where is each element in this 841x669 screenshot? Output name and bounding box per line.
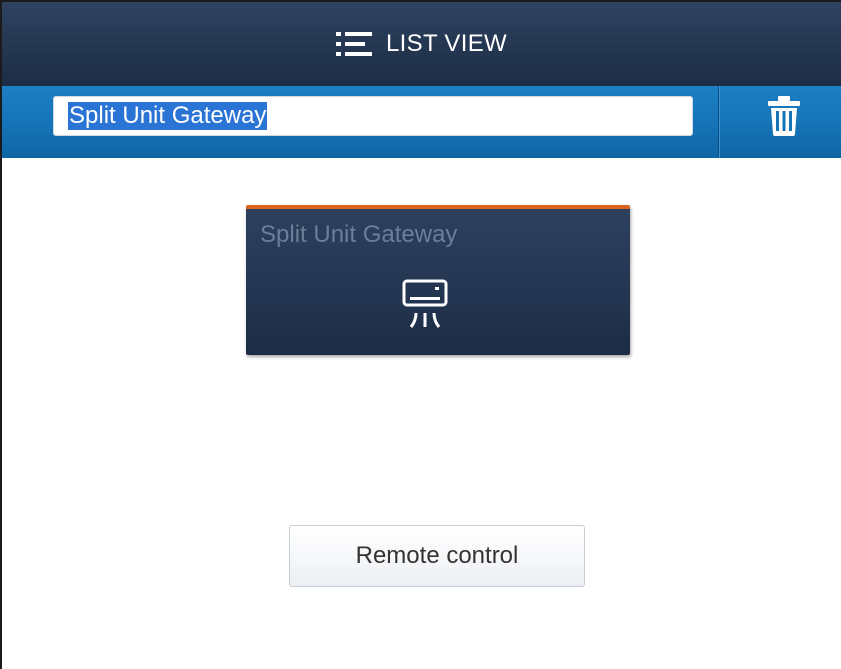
toolbar-divider <box>718 86 719 158</box>
list-view-toggle[interactable]: LIST VIEW <box>336 30 507 58</box>
trash-icon <box>766 95 802 141</box>
list-icon <box>336 32 373 56</box>
name-input-value: Split Unit Gateway <box>68 102 268 130</box>
name-input[interactable]: Split Unit Gateway <box>53 96 693 136</box>
header-title: LIST VIEW <box>386 30 507 57</box>
device-tile[interactable]: Split Unit Gateway <box>246 205 630 355</box>
delete-button[interactable] <box>752 95 816 141</box>
name-edit-bar: Split Unit Gateway <box>2 86 841 158</box>
tile-title: Split Unit Gateway <box>260 221 458 248</box>
header-bar: LIST VIEW <box>2 2 841 86</box>
air-conditioner-icon <box>402 279 448 333</box>
remote-control-button[interactable]: Remote control <box>289 525 585 587</box>
